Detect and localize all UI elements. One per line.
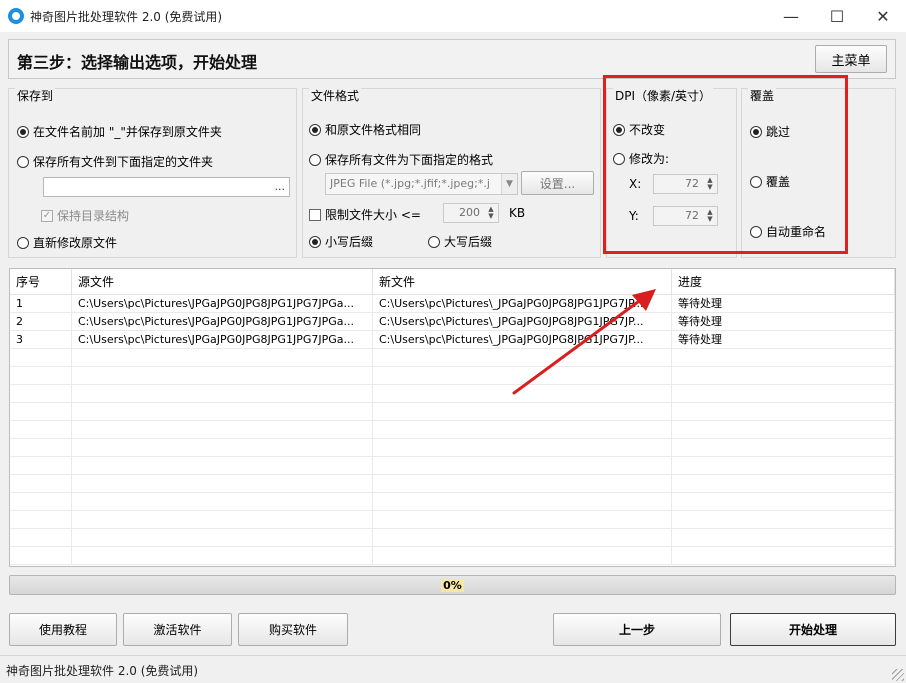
table-row-empty xyxy=(10,547,895,565)
progress-bar: 0% xyxy=(9,575,896,595)
save-folder-radio[interactable]: 保存所有文件到下面指定的文件夹 xyxy=(17,153,213,170)
radio-label: 在文件名前加 "_"并保存到原文件夹 xyxy=(33,125,222,139)
table-row-empty xyxy=(10,457,895,475)
uppercase-ext-radio[interactable]: 大写后缀 xyxy=(428,233,492,250)
radio-dot xyxy=(309,235,321,248)
table-cell: 等待处理 xyxy=(672,331,895,349)
table-cell: 等待处理 xyxy=(672,313,895,331)
table-row-empty xyxy=(10,367,895,385)
table-cell: C:\Users\pc\Pictures\_JPGaJPG0JPG8JPG1JP… xyxy=(373,313,672,331)
chevron-down-icon: ▼ xyxy=(501,174,517,194)
browse-button[interactable]: ... xyxy=(275,180,286,193)
size-limit-value: 200 xyxy=(459,206,480,219)
window-title: 神奇图片批处理软件 2.0 (免费试用) xyxy=(30,10,223,24)
checkbox-label: 限制文件大小 <= xyxy=(325,208,421,222)
minimize-button[interactable]: — xyxy=(768,0,814,32)
previous-step-button[interactable]: 上一步 xyxy=(553,613,721,646)
title-bar: 神奇图片批处理软件 2.0 (免费试用) — ☐ ✕ xyxy=(0,0,906,32)
size-limit-stepper[interactable]: 200 ▲ ▼ xyxy=(443,203,499,223)
table-row-empty xyxy=(10,349,895,367)
table-cell: 2 xyxy=(10,313,72,331)
radio-label: 小写后缀 xyxy=(325,235,374,249)
table-cell: C:\Users\pc\Pictures\JPGaJPG0JPG8JPG1JPG… xyxy=(72,331,373,349)
table-cell: C:\Users\pc\Pictures\_JPGaJPG0JPG8JPG1JP… xyxy=(373,331,672,349)
table-row-empty xyxy=(10,493,895,511)
radio-dot xyxy=(309,123,321,136)
table-cell: 1 xyxy=(10,295,72,313)
limit-size-checkbox[interactable]: 限制文件大小 <= xyxy=(309,206,421,223)
save-to-label: 保存到 xyxy=(15,87,56,104)
maximize-button[interactable]: ☐ xyxy=(814,0,860,32)
table-row-empty xyxy=(10,529,895,547)
overwrite-original-radio[interactable]: 直新修改原文件 xyxy=(17,234,117,251)
file-table[interactable]: 序号 源文件 新文件 进度 1 C:\Users\pc\Pictures\JPG… xyxy=(9,268,896,567)
radio-label: 直新修改原文件 xyxy=(33,236,118,250)
radio-dot xyxy=(17,155,29,168)
table-cell: 等待处理 xyxy=(672,295,895,313)
column-header-target[interactable]: 新文件 xyxy=(373,269,672,295)
table-row-empty xyxy=(10,403,895,421)
progress-text: 0% xyxy=(10,576,895,594)
spin-arrows-icon: ▲ ▼ xyxy=(488,205,494,220)
format-select[interactable]: JPEG File (*.jpg;*.jfif;*.jpeg;*.j ▼ xyxy=(325,173,518,195)
table-row-empty xyxy=(10,511,895,529)
progress-label: 0% xyxy=(441,578,464,592)
table-cell: 3 xyxy=(10,331,72,349)
table-row-empty xyxy=(10,421,895,439)
keep-structure-checkbox[interactable]: ✓ 保持目录结构 xyxy=(41,207,129,224)
table-row-empty xyxy=(10,439,895,457)
table-row[interactable]: 2 C:\Users\pc\Pictures\JPGaJPG0JPG8JPG1J… xyxy=(10,313,895,331)
status-bar: 神奇图片批处理软件 2.0 (免费试用) xyxy=(0,655,906,683)
table-cell: C:\Users\pc\Pictures\_JPGaJPG0JPG8JPG1JP… xyxy=(373,295,672,313)
radio-dot xyxy=(17,236,29,249)
highlight-box xyxy=(603,75,848,254)
save-to-group: 保存到 在文件名前加 "_"并保存到原文件夹 保存所有文件到下面指定的文件夹 .… xyxy=(8,87,297,258)
checkbox-box xyxy=(309,208,321,221)
table-cell: C:\Users\pc\Pictures\JPGaJPG0JPG8JPG1JPG… xyxy=(72,313,373,331)
column-header-progress[interactable]: 进度 xyxy=(672,269,895,295)
table-row-empty xyxy=(10,475,895,493)
radio-label: 大写后缀 xyxy=(444,235,493,249)
table-row-empty xyxy=(10,385,895,403)
status-text: 神奇图片批处理软件 2.0 (免费试用) xyxy=(6,664,199,678)
file-format-group: 文件格式 和原文件格式相同 保存所有文件为下面指定的格式 JPEG File (… xyxy=(302,87,601,258)
step-title: 第三步：选择输出选项，开始处理 xyxy=(17,53,258,72)
radio-label: 保存所有文件为下面指定的格式 xyxy=(325,153,494,167)
file-format-label: 文件格式 xyxy=(309,87,362,104)
column-header-index[interactable]: 序号 xyxy=(10,269,72,295)
table-cell: C:\Users\pc\Pictures\JPGaJPG0JPG8JPG1JPG… xyxy=(72,295,373,313)
checkbox-box: ✓ xyxy=(41,209,53,222)
lowercase-ext-radio[interactable]: 小写后缀 xyxy=(309,233,373,250)
format-select-value: JPEG File (*.jpg;*.jfif;*.jpeg;*.j xyxy=(330,177,490,190)
tutorial-button[interactable]: 使用教程 xyxy=(9,613,117,646)
radio-dot xyxy=(17,125,29,138)
buy-button[interactable]: 购买软件 xyxy=(238,613,348,646)
specified-format-radio[interactable]: 保存所有文件为下面指定的格式 xyxy=(309,151,493,168)
app-icon xyxy=(8,8,24,24)
column-header-source[interactable]: 源文件 xyxy=(72,269,373,295)
radio-dot xyxy=(309,153,321,166)
table-row[interactable]: 3 C:\Users\pc\Pictures\JPGaJPG0JPG8JPG1J… xyxy=(10,331,895,349)
folder-input[interactable]: ... xyxy=(43,177,290,197)
start-processing-button[interactable]: 开始处理 xyxy=(730,613,896,646)
size-unit-label: KB xyxy=(509,206,526,220)
radio-label: 和原文件格式相同 xyxy=(325,123,422,137)
step-header: 第三步：选择输出选项，开始处理 主菜单 xyxy=(8,39,896,79)
table-row[interactable]: 1 C:\Users\pc\Pictures\JPGaJPG0JPG8JPG1J… xyxy=(10,295,895,313)
radio-label: 保存所有文件到下面指定的文件夹 xyxy=(33,155,214,169)
format-settings-button[interactable]: 设置... xyxy=(521,171,594,195)
close-button[interactable]: ✕ xyxy=(860,0,906,32)
save-prefix-radio[interactable]: 在文件名前加 "_"并保存到原文件夹 xyxy=(17,123,222,140)
checkbox-label: 保持目录结构 xyxy=(57,209,130,223)
resize-grip-icon[interactable] xyxy=(892,669,904,681)
table-header: 序号 源文件 新文件 进度 xyxy=(10,269,895,295)
activate-button[interactable]: 激活软件 xyxy=(123,613,232,646)
main-menu-button[interactable]: 主菜单 xyxy=(815,45,887,73)
same-format-radio[interactable]: 和原文件格式相同 xyxy=(309,121,421,138)
radio-dot xyxy=(428,235,440,248)
